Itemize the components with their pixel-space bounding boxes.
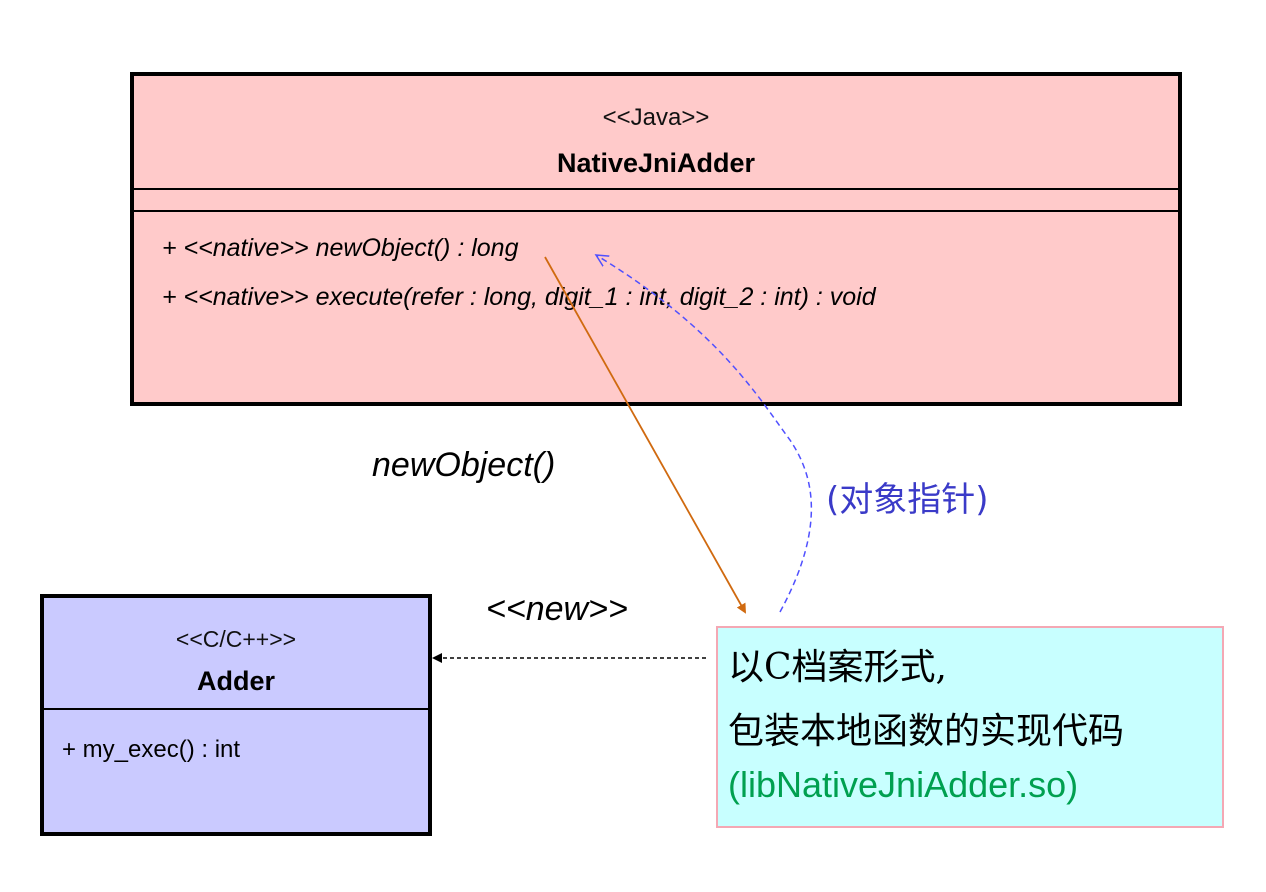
- connector-layer: [432, 0, 812, 663]
- call-arrow: [544, 256, 746, 614]
- return-arrow: [596, 255, 812, 613]
